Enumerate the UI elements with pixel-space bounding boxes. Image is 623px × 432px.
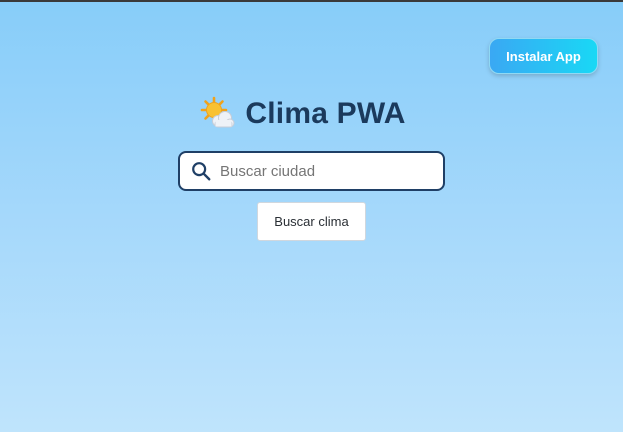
page-title: Clima PWA [245,97,406,130]
sun-behind-cloud-icon [201,96,235,128]
search-box[interactable] [178,151,445,191]
search-weather-label: Buscar clima [274,214,349,229]
app-header: Clima PWA [0,94,623,134]
search-weather-button[interactable]: Buscar clima [257,202,366,241]
install-app-button[interactable]: Instalar App [489,38,598,74]
search-icon [192,162,211,181]
city-search-input[interactable] [220,162,430,180]
install-app-label: Instalar App [506,48,581,64]
window-top-border [0,0,623,2]
